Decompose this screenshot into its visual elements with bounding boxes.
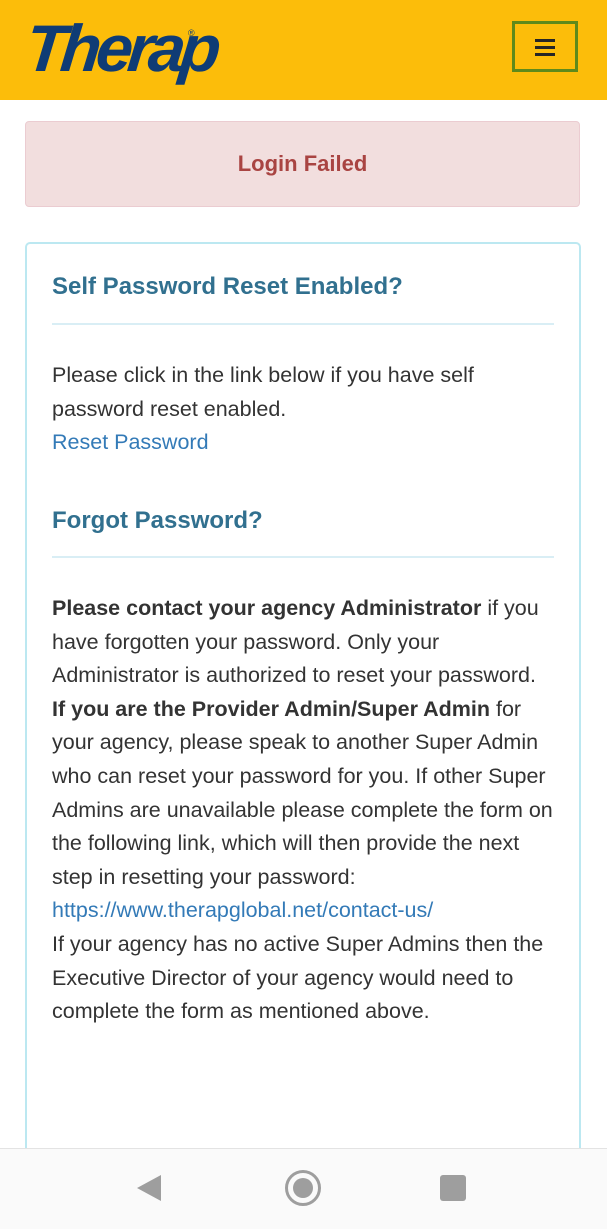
registered-mark: ® bbox=[188, 28, 195, 38]
alert-message: Login Failed bbox=[237, 151, 368, 176]
back-triangle-icon[interactable] bbox=[137, 1175, 161, 1201]
home-circle-icon[interactable] bbox=[285, 1170, 321, 1206]
contact-admin-bold: Please contact your agency Administrator bbox=[52, 596, 482, 620]
self-reset-heading: Self Password Reset Enabled? bbox=[52, 273, 403, 300]
hamburger-menu-icon bbox=[535, 38, 555, 56]
login-failed-alert: Login Failed bbox=[25, 121, 580, 207]
top-header: Therap ® bbox=[0, 0, 607, 100]
reset-password-link[interactable]: Reset Password bbox=[52, 430, 209, 454]
recents-square-icon[interactable] bbox=[440, 1175, 466, 1201]
self-reset-description: Please click in the link below if you ha… bbox=[52, 363, 474, 421]
super-admin-text: for your agency, please speak to another… bbox=[52, 696, 553, 889]
super-admin-bold: If you are the Provider Admin/Super Admi… bbox=[52, 696, 491, 721]
executive-director-text: If your agency has no active Super Admin… bbox=[52, 931, 544, 1024]
self-reset-text: Please click in the link below if you ha… bbox=[52, 359, 562, 460]
divider bbox=[52, 323, 554, 325]
system-navigation-bar bbox=[0, 1148, 607, 1229]
divider bbox=[52, 556, 554, 558]
menu-button[interactable] bbox=[512, 21, 578, 72]
therap-logo[interactable]: Therap bbox=[22, 11, 220, 85]
forgot-password-text: Please contact your agency Administrator… bbox=[52, 592, 562, 1029]
contact-us-link[interactable]: https://www.therapglobal.net/contact-us/ bbox=[52, 898, 433, 922]
forgot-password-heading: Forgot Password? bbox=[52, 507, 263, 534]
